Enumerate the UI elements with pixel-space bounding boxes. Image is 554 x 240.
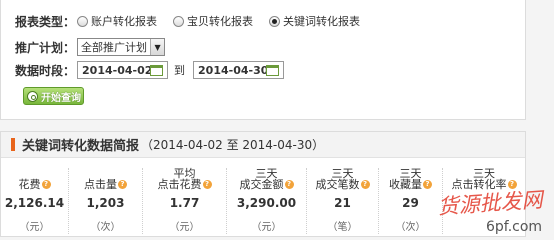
metric-value: 1,203 [86, 196, 125, 210]
date-range-row: 数据时段： 2014-04-02 到 2014-04-30 [15, 60, 285, 80]
date-to-separator: 到 [174, 64, 186, 77]
metric-label: 三天 点击转化率? [443, 168, 525, 190]
metric-label: 三天 成交笔数? [307, 168, 378, 190]
report-type-label: 报表类型： [15, 14, 76, 29]
metric-cost: 花费? 2,126.14 （元） [1, 168, 69, 234]
metric-clicks: 点击量? 1,203 （次） [69, 168, 143, 234]
metric-avg-click-cost: 平均 点击花费? 1.77 （元） [143, 168, 227, 234]
report-type-radio-group: 账户转化报表 宝贝转化报表 关键词转化报表 [77, 13, 376, 29]
date-to-input[interactable]: 2014-04-30 [193, 61, 285, 79]
help-icon[interactable]: ? [360, 180, 370, 189]
report-type-row: 报表类型： 账户转化报表 宝贝转化报表 关键词转化报表 [15, 11, 376, 31]
help-icon[interactable]: ? [284, 180, 294, 189]
radio-label: 宝贝转化报表 [187, 15, 254, 28]
radio-account-report[interactable]: 账户转化报表 [77, 13, 157, 29]
metric-label: 点击量? [69, 168, 142, 190]
header-accent-bar [11, 138, 15, 151]
start-query-label: 开始查询 [41, 92, 81, 104]
metric-label-line2: 点击量 [84, 178, 117, 191]
start-query-button[interactable]: 开始查询 [23, 87, 84, 105]
metrics-row: 花费? 2,126.14 （元） 点击量? 1,203 （次） 平均 点击花费?… [1, 168, 527, 234]
summary-title: 关键词转化数据简报 [22, 139, 140, 154]
help-icon[interactable]: ? [202, 180, 212, 189]
radio-item-report[interactable]: 宝贝转化报表 [173, 13, 253, 29]
help-icon[interactable]: ? [41, 180, 51, 189]
plan-select-value: 全部推广计划 [81, 41, 148, 54]
metric-3day-revenue: 三天 成交金额? 3,290.00 （元） [227, 168, 307, 234]
metric-unit: （元） [19, 222, 50, 233]
radio-button-icon [77, 15, 89, 27]
date-from-value: 2014-04-02 [82, 63, 153, 77]
metric-unit: （笔） [327, 222, 358, 233]
search-icon [27, 90, 38, 102]
metric-label: 平均 点击花费? [143, 168, 226, 190]
metric-unit: （元） [169, 222, 200, 233]
plan-label: 推广计划： [15, 40, 76, 55]
chevron-down-icon[interactable]: ▼ [150, 39, 165, 55]
calendar-icon[interactable] [266, 64, 280, 76]
summary-date-range: （2014-04-02 至 2014-04-30） [141, 138, 325, 152]
metric-value: 2,126.14 [4, 196, 65, 210]
metric-unit: （次） [395, 222, 426, 233]
help-icon[interactable]: ? [118, 180, 127, 189]
metric-label-line2: 成交金额 [239, 178, 284, 191]
campaign-plan-row: 推广计划： 全部推广计划 ▼ [15, 37, 166, 57]
keyword-conversion-summary: 关键词转化数据简报 （2014-04-02 至 2014-04-30） 花费? … [0, 131, 526, 237]
plan-select[interactable]: 全部推广计划 ▼ [77, 38, 166, 56]
date-from-input[interactable]: 2014-04-02 [77, 61, 169, 79]
summary-header: 关键词转化数据简报 （2014-04-02 至 2014-04-30） [1, 132, 525, 158]
calendar-icon[interactable] [150, 64, 164, 76]
metric-value: 3,290.00 [236, 196, 297, 210]
metric-value: 29 [402, 196, 419, 210]
radio-keyword-report[interactable]: 关键词转化报表 [269, 13, 360, 29]
metric-label: 三天 成交金额? [227, 168, 306, 190]
radio-button-icon [173, 15, 185, 27]
metric-label-line2: 成交笔数 [315, 178, 360, 191]
period-label: 数据时段： [15, 63, 76, 78]
metric-value: 1.77 [169, 196, 200, 210]
metric-label-line2: 收藏量 [389, 178, 422, 191]
metric-3day-conversion-rate: 三天 点击转化率? [443, 168, 525, 234]
radio-button-selected-icon [269, 15, 281, 27]
help-icon[interactable]: ? [507, 180, 517, 189]
help-icon[interactable]: ? [423, 180, 432, 189]
date-to-value: 2014-04-30 [198, 63, 269, 77]
metric-value: 21 [334, 196, 351, 210]
metric-unit: （次） [90, 222, 121, 233]
radio-label: 关键词转化报表 [283, 15, 361, 28]
metric-label-line2: 点击花费 [157, 178, 202, 191]
metric-3day-orders: 三天 成交笔数? 21 （笔） [307, 168, 379, 234]
metric-3day-favorites: 三天 收藏量? 29 （次） [379, 168, 443, 234]
metric-label: 花费? [1, 168, 68, 190]
metric-label: 三天 收藏量? [379, 168, 442, 190]
report-filter-panel: 报表类型： 账户转化报表 宝贝转化报表 关键词转化报表 推广计划： 全部推广计划… [0, 0, 526, 120]
radio-label: 账户转化报表 [91, 15, 158, 28]
metric-label-line2: 点击转化率 [451, 178, 507, 191]
metric-label-line2: 花费 [18, 178, 41, 191]
metric-unit: （元） [251, 222, 282, 233]
